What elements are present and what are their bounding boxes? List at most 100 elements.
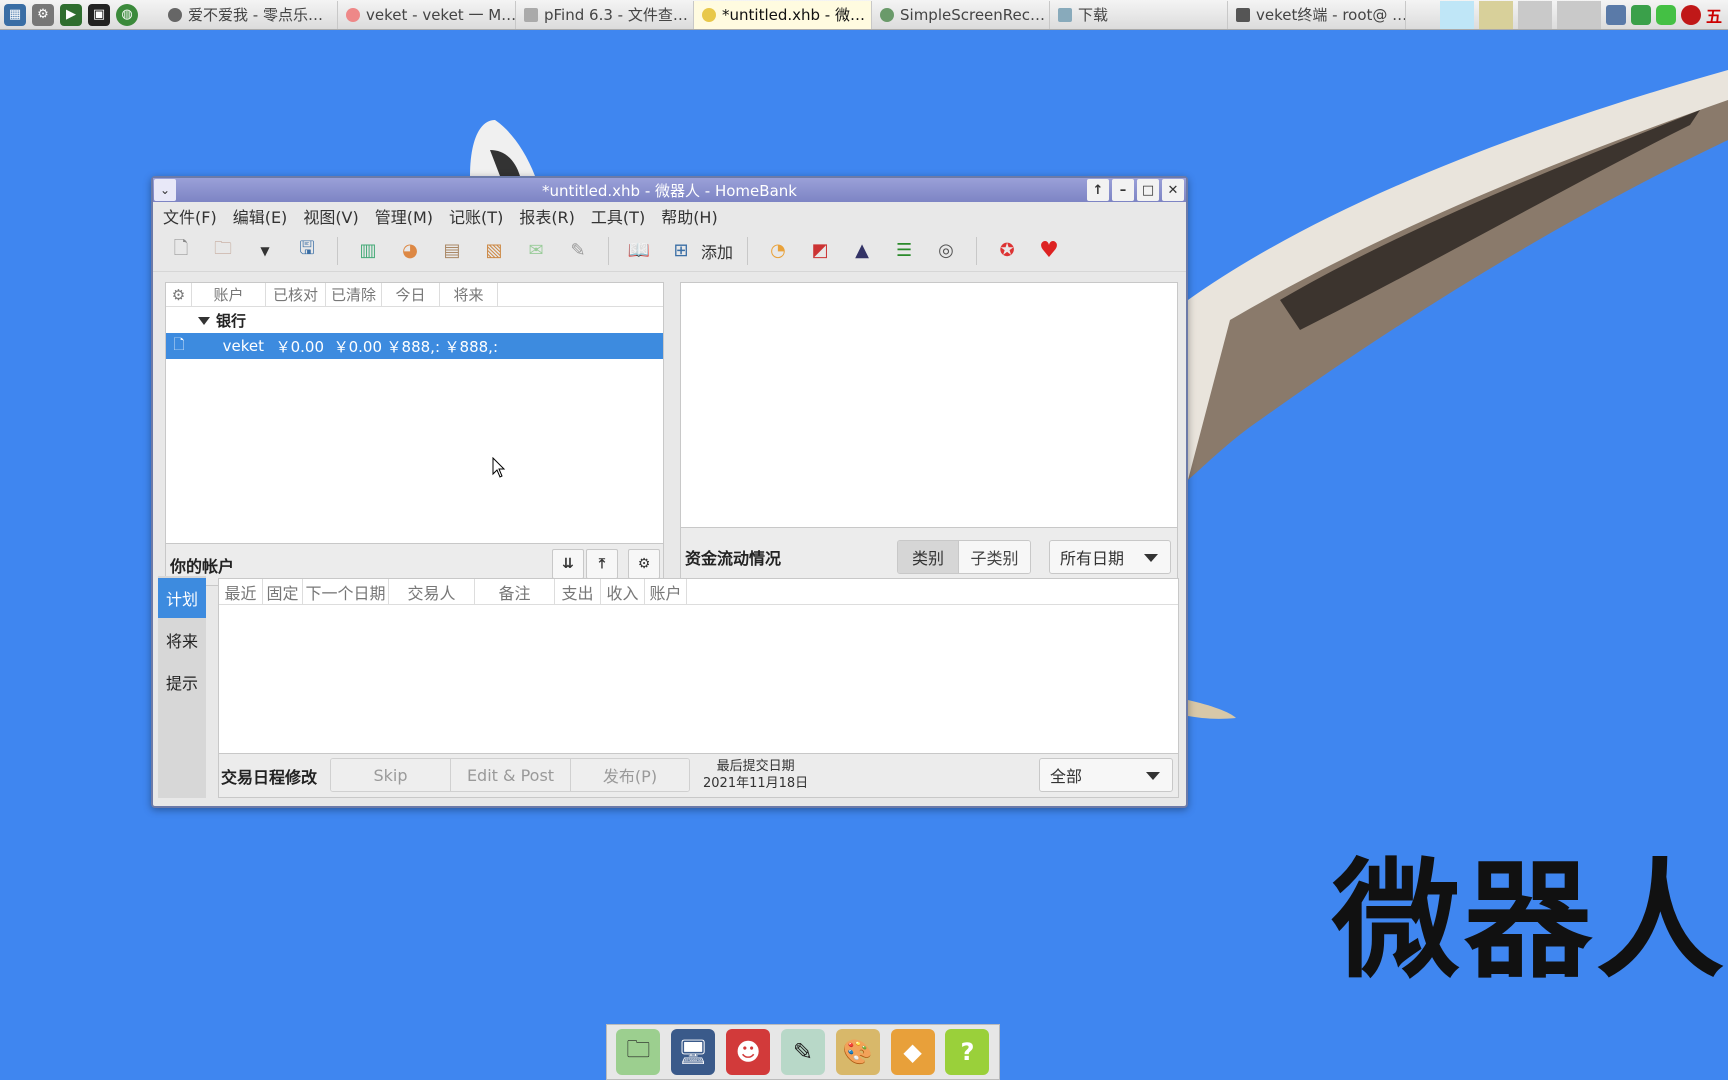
tab-reminder[interactable]: 提示 xyxy=(158,662,206,702)
window-menu-icon[interactable]: ⌄ xyxy=(154,179,176,201)
col-last[interactable]: 最近 xyxy=(219,578,263,605)
col-reconciled[interactable]: 已核对 xyxy=(266,282,326,307)
register-icon[interactable]: 📖 xyxy=(623,235,655,267)
skip-button[interactable]: Skip xyxy=(331,759,451,791)
balance-chart-icon[interactable]: ▲ xyxy=(846,235,878,267)
input-method-indicator[interactable]: 五 xyxy=(1706,3,1722,27)
minimize-icon[interactable]: – xyxy=(1112,179,1134,201)
col-income[interactable]: 收入 xyxy=(601,578,645,605)
collapse-all-icon[interactable]: ⤒ xyxy=(586,549,618,579)
accounts-settings-icon[interactable]: ⚙ xyxy=(628,549,660,579)
col-expense[interactable]: 支出 xyxy=(555,578,601,605)
categories-icon[interactable]: ▤ xyxy=(436,235,468,267)
taskbar: ▦ ⚙ ▶ ▣ ◍ 爱不爱我 - 零点乐… veket - veket 一 M…… xyxy=(0,0,1728,30)
window-titlebar[interactable]: ⌄ *untitled.xhb - 微器人 - HomeBank ↑ – □ ✕ xyxy=(153,178,1186,202)
tab-scheduled[interactable]: 计划 xyxy=(158,578,206,618)
menu-tools[interactable]: 工具(T) xyxy=(591,204,645,228)
paint-icon[interactable]: 🎨 xyxy=(835,1029,880,1075)
desktop-switcher-3[interactable] xyxy=(1517,1,1552,29)
task-download[interactable]: 下载 xyxy=(1050,0,1228,29)
desktop-switcher-4[interactable] xyxy=(1556,1,1601,29)
menu-view[interactable]: 视图(V) xyxy=(303,204,358,228)
globe-icon[interactable]: ◍ xyxy=(116,3,138,26)
new-file-icon[interactable]: 🗋 xyxy=(165,235,197,267)
post-button[interactable]: 发布(P) xyxy=(571,759,689,791)
shield-icon[interactable] xyxy=(1630,5,1651,25)
task-browser[interactable]: veket - veket 一 M… xyxy=(338,0,516,29)
col-future[interactable]: 将来 xyxy=(440,282,498,307)
budget-report-icon[interactable]: ☰ xyxy=(888,235,920,267)
scheduled-icon[interactable]: ▧ xyxy=(478,235,510,267)
tab-future[interactable]: 将来 xyxy=(158,620,206,660)
col-today[interactable]: 今日 xyxy=(382,282,440,307)
task-pfind[interactable]: pFind 6.3 - 文件查… xyxy=(516,0,694,29)
column-settings-icon[interactable]: ⚙ xyxy=(166,282,192,307)
computer-icon[interactable]: 🖥 xyxy=(671,1029,716,1075)
terminal-icon[interactable]: ▣ xyxy=(88,3,110,26)
save-icon[interactable]: 🖫 xyxy=(291,235,323,267)
col-account[interactable]: 账户 xyxy=(645,578,687,605)
donate-heart-icon[interactable]: ♥ xyxy=(1033,235,1065,267)
account-row[interactable]: 🗋 veket ￥0.00 ￥0.00 ￥888,: ￥888,: xyxy=(166,333,663,359)
scheduled-list: 最近 固定 下一个日期 交易人 备注 支出 收入 账户 xyxy=(218,578,1179,754)
expand-all-icon[interactable]: ⇊ xyxy=(552,549,584,579)
trend-chart-icon[interactable]: ◩ xyxy=(804,235,836,267)
col-next-date[interactable]: 下一个日期 xyxy=(303,578,389,605)
close-icon[interactable]: ✕ xyxy=(1162,179,1184,201)
add-transaction-icon[interactable]: ⊞ xyxy=(665,235,697,267)
settings-icon[interactable]: ⚙ xyxy=(32,3,54,26)
menu-file[interactable]: 文件(F) xyxy=(163,204,217,228)
shade-icon[interactable]: ↑ xyxy=(1087,179,1109,201)
task-label: veket终端 - root@ … xyxy=(1256,6,1406,24)
last-post-date: 2021年11月18日 xyxy=(703,776,809,791)
schedule-filter-select[interactable]: 全部 xyxy=(1039,758,1173,792)
veket-icon[interactable]: ◆ xyxy=(890,1029,935,1075)
col-memo[interactable]: 备注 xyxy=(475,578,555,605)
task-terminal[interactable]: veket终端 - root@ … xyxy=(1228,0,1406,29)
mascot-icon[interactable]: ☻ xyxy=(726,1029,771,1075)
menu-transaction[interactable]: 记账(T) xyxy=(449,204,503,228)
system-monitor-icon[interactable]: ▦ xyxy=(4,3,26,26)
assign-icon[interactable]: ✎ xyxy=(562,235,594,267)
recent-dropdown-icon[interactable]: ▼ xyxy=(249,235,281,267)
help-lifebuoy-icon[interactable]: ✪ xyxy=(991,235,1023,267)
segment-category[interactable]: 类别 xyxy=(898,541,958,573)
file-manager-icon[interactable]: 🗀 xyxy=(616,1029,661,1075)
account-group-bank[interactable]: 银行 xyxy=(166,307,663,333)
col-cleared[interactable]: 已清除 xyxy=(326,282,382,307)
vehicle-cost-icon[interactable]: ◎ xyxy=(930,235,962,267)
payees-icon[interactable]: ◕ xyxy=(394,235,426,267)
menu-manage[interactable]: 管理(M) xyxy=(375,204,433,228)
help-icon[interactable]: ? xyxy=(945,1029,990,1075)
menu-help[interactable]: 帮助(H) xyxy=(661,204,718,228)
network-icon[interactable] xyxy=(1605,5,1626,25)
segment-subcategory[interactable]: 子类别 xyxy=(958,541,1030,573)
menu-edit[interactable]: 编辑(E) xyxy=(233,204,288,228)
open-file-icon[interactable]: 🗀 xyxy=(207,235,239,267)
menu-reports[interactable]: 报表(R) xyxy=(519,204,575,228)
date-range-select[interactable]: 所有日期 xyxy=(1049,540,1171,574)
accounts-icon[interactable]: ▥ xyxy=(352,235,384,267)
task-homebank[interactable]: *untitled.xhb - 微… xyxy=(694,0,872,29)
pie-chart-icon[interactable]: ◔ xyxy=(762,235,794,267)
edit-post-button[interactable]: Edit & Post xyxy=(451,759,571,791)
account-reconciled: ￥0.00 xyxy=(275,337,324,356)
budget-icon[interactable]: ✉ xyxy=(520,235,552,267)
col-payee[interactable]: 交易人 xyxy=(389,578,475,605)
add-transaction-label[interactable]: 添加 xyxy=(701,239,733,263)
col-fixed[interactable]: 固定 xyxy=(263,578,303,605)
desktop-switcher-1[interactable] xyxy=(1439,1,1474,29)
chevron-down-icon xyxy=(1146,772,1160,780)
col-account[interactable]: 账户 xyxy=(192,282,266,307)
cashflow-chart[interactable] xyxy=(680,282,1178,528)
editor-icon[interactable]: ✎ xyxy=(780,1029,825,1075)
expander-down-icon[interactable] xyxy=(198,317,210,325)
record-icon[interactable] xyxy=(1680,5,1701,25)
play-icon[interactable]: ▶ xyxy=(60,3,82,26)
task-music[interactable]: 爱不爱我 - 零点乐… xyxy=(160,0,338,29)
battery-icon[interactable] xyxy=(1655,5,1676,25)
wallpaper-text: 微器人 xyxy=(1331,847,1728,996)
maximize-icon[interactable]: □ xyxy=(1137,179,1159,201)
task-recorder[interactable]: SimpleScreenRec… xyxy=(872,0,1050,29)
desktop-switcher-2[interactable] xyxy=(1478,1,1513,29)
